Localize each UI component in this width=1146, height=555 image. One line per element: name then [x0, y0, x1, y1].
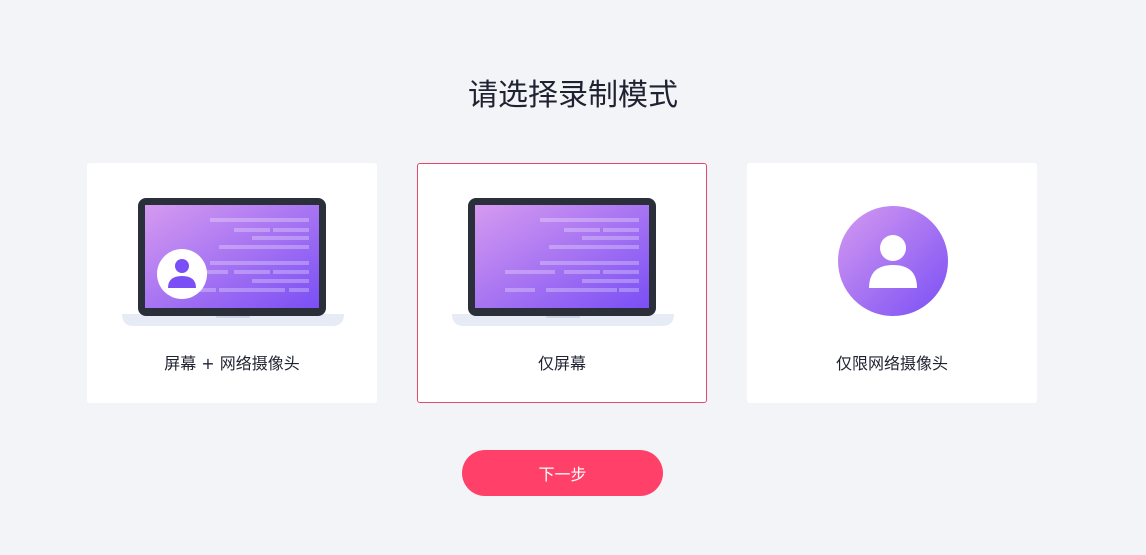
option-label: 仅屏幕: [537, 354, 586, 373]
webcam-user-icon: [838, 206, 948, 316]
laptop-screen-icon: [452, 198, 674, 326]
page-title: 请选择录制模式: [468, 78, 678, 113]
recording-mode-page: 请选择录制模式 屏幕 + 网络摄像头 仅屏幕 仅限网络摄像头 下一步: [0, 0, 1146, 555]
option-screen-only[interactable]: 仅屏幕: [417, 163, 707, 403]
laptop-with-webcam-icon: [122, 198, 344, 326]
option-label: 仅限网络摄像头: [835, 354, 948, 373]
next-button[interactable]: 下一步: [462, 450, 663, 496]
option-screen-and-webcam[interactable]: 屏幕 + 网络摄像头: [87, 163, 377, 403]
option-label: 屏幕 + 网络摄像头: [164, 354, 300, 373]
option-webcam-only[interactable]: 仅限网络摄像头: [747, 163, 1037, 403]
